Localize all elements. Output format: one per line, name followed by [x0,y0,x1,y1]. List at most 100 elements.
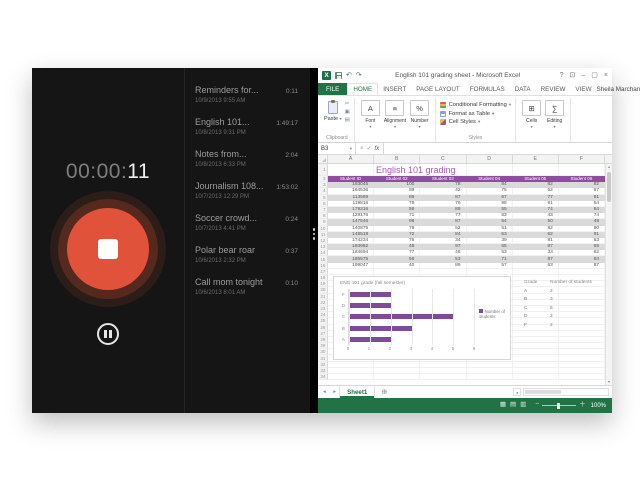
sheet-row: 1 [318,164,605,176]
summary-grade: D [524,314,550,319]
vertical-scroll-thumb[interactable] [607,172,611,202]
summary-row: D2 [524,314,596,319]
scroll-up-icon[interactable]: ▴ [606,164,612,170]
split-gutter[interactable] [310,68,318,413]
grid-cell[interactable] [467,164,513,176]
recording-list-item[interactable]: English 101...1:49:1710/8/2013 9:31 PM [195,117,298,136]
restore-icon[interactable]: ▢ [591,72,598,79]
grid-cell[interactable] [328,164,374,176]
zoom-level[interactable]: 100% [591,403,606,409]
styles-item-cell-styles[interactable]: Cell Styles▾ [440,119,511,125]
column-header-d[interactable]: D [467,155,513,163]
row-number[interactable]: 34 [318,374,328,380]
cut-icon[interactable]: ✂ [345,102,350,108]
zoom-slider-thumb[interactable] [557,403,560,409]
grid-cell[interactable] [420,374,466,380]
column-header-e[interactable]: E [513,155,559,163]
grid-cell[interactable] [420,164,466,176]
timer-seconds: 11 [127,160,150,183]
row-number[interactable]: 1 [318,164,328,176]
legend-swatch [479,309,483,313]
select-all-corner[interactable] [318,155,328,163]
ribbon-options-icon[interactable]: ⊡ [570,72,576,79]
recording-list-item[interactable]: Soccer crowd...0:2410/7/2013 4:41 PM [195,213,298,232]
column-header-c[interactable]: C [420,155,466,163]
ribbon-button-font[interactable]: AFont▾ [361,100,380,133]
cells-button[interactable]: ⊞ Cells ▾ [522,100,541,133]
format-painter-icon[interactable]: ▤ [345,118,350,124]
ribbon-tab-home[interactable]: HOME [347,83,378,95]
normal-view-icon[interactable]: ▦ [500,402,506,409]
grid-cell[interactable] [467,374,513,380]
copy-icon[interactable]: ▣ [345,110,350,116]
insert-function-icon[interactable]: fx [375,146,380,152]
zoom-control: − ＋ 100% [535,402,606,409]
zoom-in-icon[interactable]: ＋ [579,402,586,409]
ribbon-tab-review[interactable]: REVIEW [536,83,571,95]
split-handle-icon[interactable] [313,228,316,240]
name-box[interactable]: B3 ▾ [318,143,356,154]
grid-cell[interactable] [513,374,559,380]
stop-record-button[interactable] [50,191,166,307]
ribbon-tab-data[interactable]: DATA [510,83,536,95]
horizontal-scrollbar[interactable]: ◂ [513,388,609,396]
formula-input[interactable] [384,143,612,154]
zoom-out-icon[interactable]: − [535,402,539,409]
horizontal-scroll-track[interactable] [523,388,609,396]
paste-button[interactable]: Paste ▾ [324,100,342,133]
grid-cell[interactable] [559,164,605,176]
summary-row: B3 [524,297,596,302]
ribbon-button-number[interactable]: %Number▾ [410,100,429,133]
ribbon-button-alignment[interactable]: ≡Alignment▾ [384,100,406,133]
grid-cell[interactable] [513,164,559,176]
recording-datetime: 10/7/2013 4:41 PM [195,226,298,232]
ribbon-tab-formulas[interactable]: FORMULAS [465,83,510,95]
editing-button[interactable]: ∑ Editing ▾ [545,100,564,133]
grid-cell[interactable] [374,164,420,176]
sheet-grid[interactable]: 12Student IDStudent 02Student 03Student … [318,164,605,385]
grid-cell[interactable] [559,374,605,380]
recording-list-item[interactable]: Polar bear roar0:3710/6/2013 2:32 PM [195,245,298,264]
recording-list-item[interactable]: Notes from...2:0410/8/2013 6:33 PM [195,149,298,168]
add-sheet-icon[interactable]: ⊕ [381,388,387,396]
account-menu[interactable]: Sheila Marchand ▾ [597,83,640,95]
save-icon[interactable] [335,72,342,79]
ribbon-tab-view[interactable]: VIEW [570,83,596,95]
chart-category-label: D [342,303,345,308]
zoom-slider[interactable] [542,405,576,406]
page-layout-view-icon[interactable]: ▤ [510,402,516,409]
grid-cell[interactable] [374,374,420,380]
recording-title: Reminders for... [195,85,259,95]
scroll-left-icon[interactable]: ◂ [513,388,521,396]
styles-item-conditional-formatting[interactable]: Conditional Formatting▾ [440,102,511,108]
enter-icon[interactable]: ✓ [367,145,372,152]
conditional-formatting-icon [440,102,446,108]
minimize-icon[interactable]: – [581,72,585,79]
vertical-scrollbar[interactable]: ▴ ▾ [605,164,612,385]
recording-title: Notes from... [195,149,247,159]
styles-item-format-as-table[interactable]: Format as Table▾ [440,111,511,117]
ribbon-tab-page-layout[interactable]: PAGE LAYOUT [411,83,465,95]
cancel-icon[interactable]: × [360,146,364,152]
embedded-chart[interactable]: ENG 101 grade (fall semester) FDCBA 0123… [333,276,511,360]
close-icon[interactable]: × [604,72,608,79]
recording-list-item[interactable]: Journalism 108...1:53:0210/7/2013 12:29 … [195,181,298,200]
column-header-b[interactable]: B [374,155,420,163]
format-as-table-icon [440,111,446,117]
sheet-tab-sheet1[interactable]: Sheet1 [339,386,375,398]
ribbon-tab-insert[interactable]: INSERT [378,83,411,95]
column-header-a[interactable]: A [328,155,374,163]
grid-cell[interactable] [328,374,374,380]
sheet-nav-arrows[interactable]: ◂ ▸ [323,389,339,395]
recording-list-item[interactable]: Reminders for...0:1110/9/2013 9:55 AM [195,85,298,104]
horizontal-scroll-thumb[interactable] [525,390,561,394]
scroll-down-icon[interactable]: ▾ [606,379,612,385]
ribbon-tab-file[interactable]: FILE [318,83,347,95]
view-shortcuts: ▦ ▤ ▥ [500,402,526,409]
column-header-f[interactable]: F [559,155,605,163]
undo-icon[interactable]: ↶ [346,72,352,79]
page-break-preview-icon[interactable]: ▥ [520,402,526,409]
help-icon[interactable]: ? [560,72,564,79]
pause-button[interactable] [97,323,119,345]
recording-list-item[interactable]: Call mom tonight0:1010/6/2013 8:01 AM [195,277,298,296]
